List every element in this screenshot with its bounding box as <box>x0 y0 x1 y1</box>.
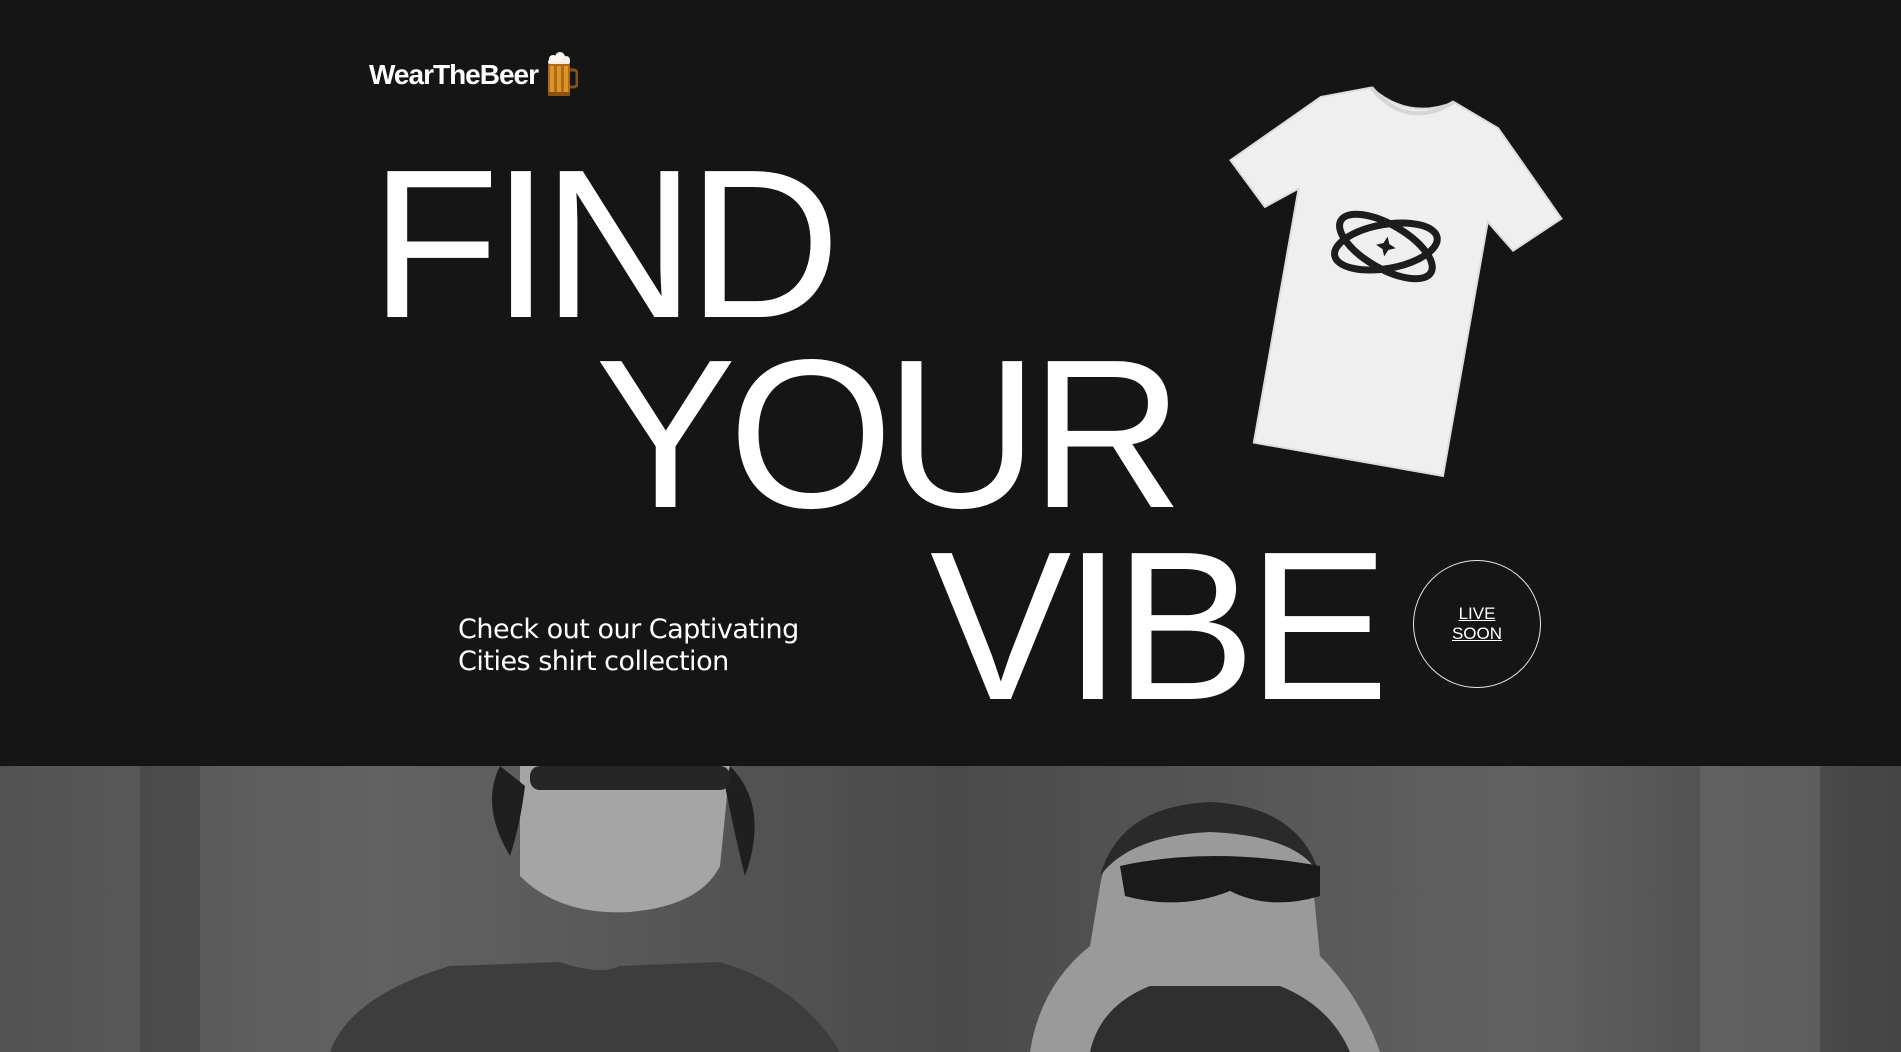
models-photo <box>0 766 1901 1052</box>
live-soon-label: LIVE SOON <box>1451 604 1503 643</box>
brand-logo[interactable]: WearTheBeer <box>369 52 579 98</box>
product-tshirt-image <box>1229 86 1563 478</box>
hero-section: WearTheBeer FIND YOUR VIBE Check out our… <box>0 0 1901 766</box>
brand-name: WearTheBeer <box>369 59 539 90</box>
beer-mug-icon <box>548 52 579 96</box>
live-soon-button[interactable]: LIVE SOON <box>1413 560 1541 688</box>
headline-vibe: VIBE <box>930 507 1389 744</box>
hero-tagline: Check out our Captivating Cities shirt c… <box>458 614 799 677</box>
